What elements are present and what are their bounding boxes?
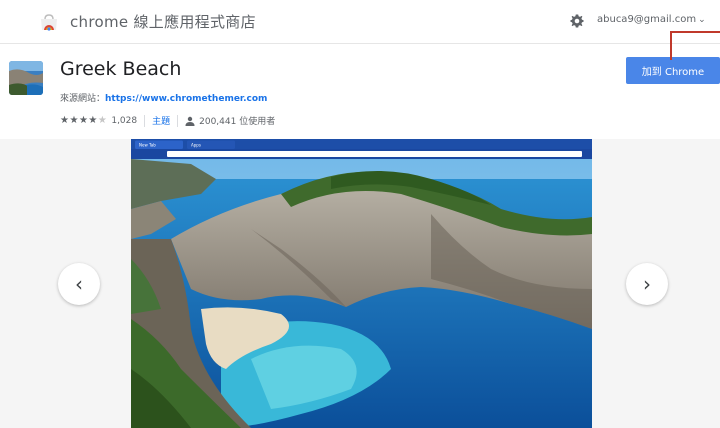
- annotation-callout: [670, 31, 720, 60]
- add-to-chrome-button[interactable]: 加到 Chrome: [626, 57, 720, 84]
- gallery-next-button[interactable]: ›: [626, 263, 668, 305]
- chrome-web-store-icon[interactable]: [38, 11, 60, 33]
- divider: [144, 114, 146, 127]
- store-header: chrome 線上應用程式商店 abuca9@gmail.com ⌄: [0, 0, 720, 44]
- star-empty-icon: ★: [97, 115, 108, 126]
- category-link[interactable]: 主題: [152, 114, 170, 127]
- divider: [177, 114, 179, 127]
- store-title[interactable]: chrome 線上應用程式商店: [70, 11, 256, 32]
- preview-tab-newtab: New Tab: [139, 143, 156, 148]
- gear-icon[interactable]: [569, 13, 585, 29]
- theme-preview-image: New Tab Apps: [131, 139, 592, 428]
- star-icon: ★: [88, 115, 98, 126]
- source-link[interactable]: https://www.chromethemer.com: [105, 94, 267, 104]
- star-icon: ★: [69, 115, 79, 126]
- star-icon: ★: [78, 115, 89, 126]
- rating-count[interactable]: 1,028: [111, 116, 137, 126]
- chevron-left-icon: ‹: [75, 272, 83, 296]
- user-icon: [185, 116, 195, 126]
- rating-stars[interactable]: ★★★★★: [60, 115, 107, 126]
- preview-tab-apps: Apps: [191, 143, 201, 148]
- item-meta: ★★★★★ 1,028 主題 200,441 位使用者: [60, 114, 275, 127]
- users-count: 200,441 位使用者: [199, 117, 276, 127]
- theme-thumbnail: [9, 61, 43, 95]
- screenshot-gallery: New Tab Apps ‹ ›: [0, 139, 720, 428]
- chevron-right-icon: ›: [643, 272, 651, 296]
- account-email: abuca9@gmail.com: [597, 14, 697, 25]
- item-title: Greek Beach: [60, 58, 182, 80]
- gallery-prev-button[interactable]: ‹: [58, 263, 100, 305]
- item-source: 來源網站：https://www.chromethemer.com: [60, 91, 267, 104]
- chevron-down-icon: ⌄: [698, 15, 706, 25]
- account-menu[interactable]: abuca9@gmail.com ⌄: [597, 14, 706, 25]
- source-label: 來源網站：: [60, 94, 106, 104]
